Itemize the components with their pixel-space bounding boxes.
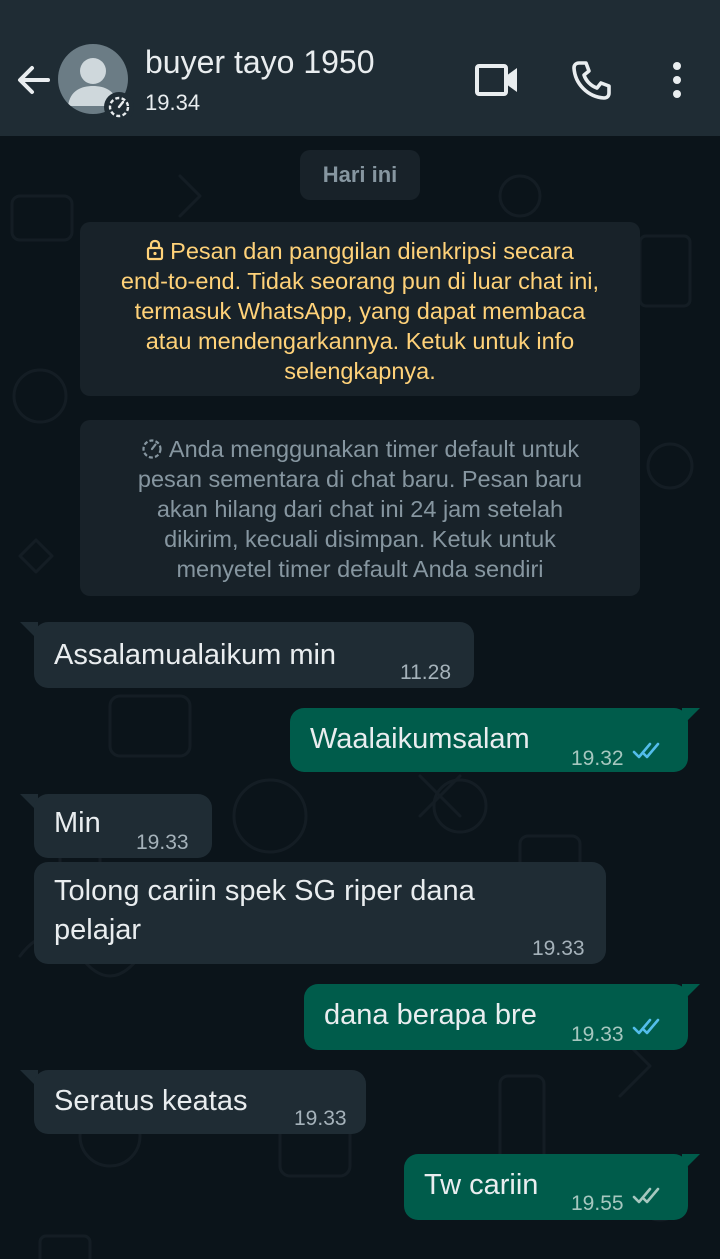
encryption-line-1: Pesan dan panggilan dienkripsi secara	[170, 238, 574, 264]
message-time: 19.55	[571, 1192, 624, 1215]
message-text: dana berapa bre	[324, 999, 537, 1031]
voice-call-icon[interactable]	[570, 58, 614, 102]
message-bubble-outgoing[interactable]: Tw cariin 19.55	[404, 1154, 688, 1220]
timer-line-1: Anda menggunakan timer default untuk	[168, 436, 580, 462]
message-bubble-outgoing[interactable]: Waalaikumsalam 19.32	[290, 708, 688, 772]
delivered-receipt-icon	[632, 1187, 660, 1204]
message-text-line-2: pelajar	[54, 914, 142, 946]
disappearing-timer-badge	[104, 92, 134, 122]
bubble-tail	[682, 984, 700, 1002]
read-receipt-icon	[632, 742, 660, 759]
disappearing-timer-notice[interactable]: Anda menggunakan timer default untuk pes…	[80, 420, 640, 596]
encryption-line-4: atau mendengarkannya. Ketuk untuk info	[145, 328, 575, 354]
timer-line-4: dikirim, kecuali disimpan. Ketuk untuk	[164, 526, 556, 552]
message-time: 19.33	[532, 937, 585, 960]
back-arrow-icon[interactable]	[14, 62, 54, 98]
read-receipt-icon	[632, 1018, 660, 1035]
more-options-icon[interactable]	[662, 58, 692, 102]
contact-name[interactable]: buyer tayo 1950	[145, 44, 375, 81]
message-text: Seratus keatas	[54, 1085, 248, 1117]
message-time: 19.32	[571, 747, 624, 770]
message-bubble-incoming[interactable]: Min 19.33	[34, 794, 212, 858]
last-seen: 19.34	[145, 90, 201, 115]
message-bubble-incoming[interactable]: Seratus keatas 19.33	[34, 1070, 366, 1134]
timer-line-2: pesan sementara di chat baru. Pesan baru	[137, 466, 583, 492]
message-bubble-incoming[interactable]: Tolong cariin spek SG riper dana pelajar…	[34, 862, 606, 964]
encryption-line-3: termasuk WhatsApp, yang dapat membaca	[134, 298, 586, 324]
encryption-notice[interactable]: Pesan dan panggilan dienkripsi secara en…	[80, 222, 640, 396]
message-bubble-incoming[interactable]: Assalamualaikum min 11.28	[34, 622, 474, 688]
message-time: 19.33	[571, 1023, 624, 1046]
timer-line-3: akan hilang dari chat ini 24 jam setelah	[156, 496, 564, 522]
lock-icon	[147, 239, 164, 261]
chat-header: buyer tayo 1950 19.34	[0, 0, 720, 136]
message-time: 19.33	[136, 831, 189, 854]
message-time: 11.28	[400, 661, 451, 684]
encryption-line-2: end-to-end. Tidak seorang pun di luar ch…	[120, 268, 600, 294]
disappearing-timer-icon	[108, 96, 130, 118]
message-bubble-outgoing[interactable]: dana berapa bre 19.33	[304, 984, 688, 1050]
date-chip: Hari ini	[300, 150, 420, 200]
message-text-line-1: Tolong cariin spek SG riper dana	[54, 875, 475, 907]
message-text: Assalamualaikum min	[54, 639, 337, 671]
timer-icon	[142, 439, 162, 459]
message-text: Waalaikumsalam	[310, 723, 530, 755]
message-time: 19.33	[294, 1107, 347, 1130]
message-text: Tw cariin	[424, 1169, 539, 1201]
bubble-tail	[682, 708, 700, 726]
video-call-icon[interactable]	[474, 60, 520, 100]
timer-line-5: menyetel timer default Anda sendiri	[176, 556, 544, 582]
encryption-line-5: selengkapnya.	[284, 358, 436, 384]
message-text: Min	[54, 807, 101, 839]
bubble-tail	[682, 1154, 700, 1172]
